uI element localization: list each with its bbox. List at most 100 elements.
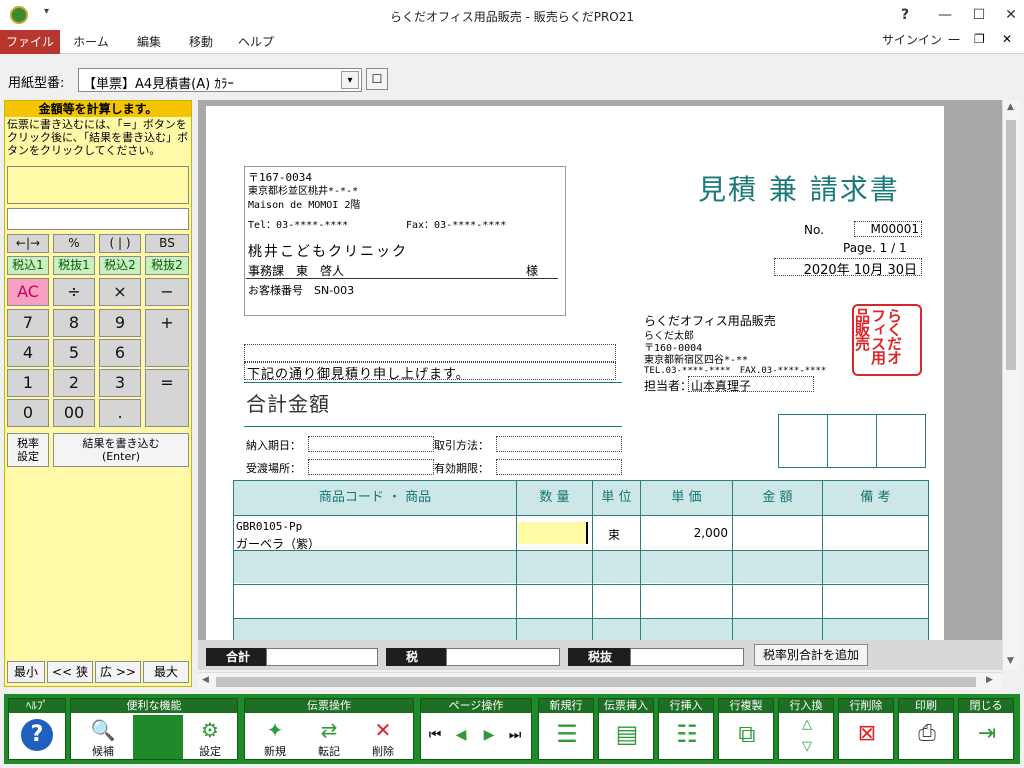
candidate-button[interactable]: 🔍 候補 bbox=[75, 715, 131, 759]
scroll-up-icon[interactable]: ▲ bbox=[1007, 102, 1014, 112]
maximize-icon[interactable]: ☐ bbox=[964, 4, 994, 26]
backspace-key[interactable]: BS bbox=[145, 234, 189, 253]
decimal-key[interactable]: . bbox=[99, 399, 141, 427]
paren-key[interactable]: ( | ) bbox=[99, 234, 141, 253]
table-row[interactable] bbox=[233, 618, 929, 640]
close-icon[interactable]: ✕ bbox=[996, 4, 1024, 26]
column-divider bbox=[928, 516, 929, 640]
ribbon-minimize-icon[interactable]: — bbox=[948, 32, 960, 46]
quantity-input[interactable] bbox=[518, 522, 588, 544]
customer-name[interactable]: 桃井こどもクリニック bbox=[248, 241, 408, 261]
equals-key[interactable]: = bbox=[145, 369, 189, 427]
valid-until-field[interactable] bbox=[496, 459, 622, 475]
tab-edit[interactable]: 編集 bbox=[124, 30, 174, 54]
approval-box-3 bbox=[876, 414, 926, 468]
delivery-place-field[interactable] bbox=[308, 459, 434, 475]
ribbon-restore-icon[interactable]: ❐ bbox=[974, 32, 985, 46]
horizontal-scrollbar[interactable]: ◀ ▶ bbox=[198, 672, 1002, 690]
next-page-button[interactable]: ▶ bbox=[479, 727, 499, 743]
payment-method-field[interactable] bbox=[496, 436, 622, 452]
transfer-slip-button[interactable]: ⇄ 転記 bbox=[303, 715, 355, 759]
item-unit-price[interactable]: 2,000 bbox=[640, 526, 728, 540]
all-clear-key[interactable]: AC bbox=[7, 278, 49, 306]
key-0[interactable]: 0 bbox=[7, 399, 49, 427]
bottom-toolbar: ﾍﾙﾌﾟ ? 便利な機能 🔍 候補 ⚙ 設定 伝票操作 ✦ 新規 ⇄ 転記 ✕ 削除 ペー… bbox=[4, 694, 1020, 764]
panel-wide-button[interactable]: 広 >> bbox=[95, 661, 141, 683]
customer-contact[interactable]: 事務課 東 啓人 bbox=[248, 262, 344, 279]
insert-row-button[interactable]: ☷ bbox=[665, 719, 709, 747]
paper-settings-button[interactable]: ☐ bbox=[366, 68, 388, 90]
key-00[interactable]: 00 bbox=[53, 399, 95, 427]
prev-page-button[interactable]: ◀ bbox=[451, 727, 471, 743]
new-row-button[interactable]: ☰ bbox=[545, 719, 589, 747]
delivery-date-field[interactable] bbox=[308, 436, 434, 452]
key-4[interactable]: 4 bbox=[7, 339, 49, 367]
percent-key[interactable]: % bbox=[53, 234, 95, 253]
first-page-button[interactable]: ⏮ bbox=[425, 727, 445, 743]
delete-row-button[interactable]: ⊠ bbox=[845, 719, 889, 747]
tab-home[interactable]: ホーム bbox=[66, 30, 116, 54]
minus-key[interactable]: − bbox=[145, 278, 189, 306]
message[interactable]: 下記の通り御見積り申し上げます。 bbox=[244, 362, 616, 382]
customer-address-1: 東京都杉並区桃井*-*-* bbox=[248, 186, 359, 197]
scroll-thumb[interactable] bbox=[1006, 120, 1016, 370]
tax-out-2-key[interactable]: 税抜2 bbox=[145, 256, 189, 275]
help-button[interactable]: ? bbox=[21, 719, 53, 751]
cursor-arrows-key[interactable]: ←|→ bbox=[7, 234, 49, 253]
write-result-button[interactable]: 結果を書き込む (Enter) bbox=[53, 433, 189, 467]
last-page-button[interactable]: ⏭ bbox=[505, 727, 525, 743]
table-row[interactable] bbox=[233, 550, 929, 583]
delete-slip-button[interactable]: ✕ 削除 bbox=[357, 715, 409, 759]
panel-min-button[interactable]: 最小 bbox=[7, 661, 45, 683]
tab-move[interactable]: 移動 bbox=[176, 30, 226, 54]
key-3[interactable]: 3 bbox=[99, 369, 141, 397]
document-number[interactable]: M00001 bbox=[854, 221, 922, 237]
close-button[interactable]: ⇥ bbox=[965, 719, 1009, 747]
add-tax-rate-total-button[interactable]: 税率別合計を追加 bbox=[754, 644, 868, 666]
tax-in-1-key[interactable]: 税込1 bbox=[7, 256, 49, 275]
scroll-down-icon[interactable]: ▼ bbox=[1007, 656, 1014, 666]
key-2[interactable]: 2 bbox=[53, 369, 95, 397]
multiply-key[interactable]: × bbox=[99, 278, 141, 306]
item-code[interactable]: GBR0105-Pp bbox=[236, 520, 302, 533]
scroll-left-icon[interactable]: ◀ bbox=[202, 675, 209, 685]
tax-out-1-key[interactable]: 税抜1 bbox=[53, 256, 95, 275]
new-slip-button[interactable]: ✦ 新規 bbox=[249, 715, 301, 759]
key-1[interactable]: 1 bbox=[7, 369, 49, 397]
scroll-right-icon[interactable]: ▶ bbox=[986, 675, 993, 685]
hscroll-thumb[interactable] bbox=[216, 677, 976, 687]
chevron-down-icon[interactable]: ▾ bbox=[341, 71, 359, 89]
minimize-icon[interactable]: — bbox=[930, 4, 960, 26]
calculator-input-display[interactable] bbox=[7, 208, 189, 230]
key-6[interactable]: 6 bbox=[99, 339, 141, 367]
tab-help[interactable]: ヘルプ bbox=[230, 30, 282, 54]
key-5[interactable]: 5 bbox=[53, 339, 95, 367]
help-icon[interactable]: ? bbox=[890, 4, 920, 26]
insert-slip-button[interactable]: ▤ bbox=[605, 719, 649, 747]
panel-narrow-button[interactable]: << 狭 bbox=[47, 661, 93, 683]
print-button[interactable]: ⎙ bbox=[905, 719, 949, 747]
tax-rate-setting-button[interactable]: 税率 設定 bbox=[7, 433, 49, 467]
key-7[interactable]: 7 bbox=[7, 309, 49, 337]
row-up-button[interactable]: △ bbox=[793, 717, 821, 732]
divide-key[interactable]: ÷ bbox=[53, 278, 95, 306]
paper-type-select[interactable]: 【単票】A4見積書(A) ｶﾗｰ ▾ bbox=[78, 68, 362, 92]
vertical-scrollbar[interactable]: ▲ ▼ bbox=[1002, 100, 1020, 670]
plus-key[interactable]: + bbox=[145, 309, 189, 367]
document-date[interactable]: 2020年 10月 30日 bbox=[774, 258, 922, 278]
copy-row-button[interactable]: ⧉ bbox=[725, 719, 769, 747]
tax-in-2-key[interactable]: 税込2 bbox=[99, 256, 141, 275]
key-9[interactable]: 9 bbox=[99, 309, 141, 337]
signin-link[interactable]: サインイン bbox=[882, 28, 942, 52]
item-unit[interactable]: 束 bbox=[608, 526, 620, 543]
key-8[interactable]: 8 bbox=[53, 309, 95, 337]
ribbon-close-icon[interactable]: ✕ bbox=[1002, 32, 1012, 46]
person-in-charge[interactable]: 山本真理子 bbox=[688, 376, 814, 393]
panel-max-button[interactable]: 最大 bbox=[143, 661, 189, 683]
tab-file[interactable]: ファイル bbox=[0, 30, 60, 54]
settings-button[interactable]: ⚙ 設定 bbox=[185, 715, 235, 759]
new-document-icon: ✦ bbox=[266, 718, 284, 742]
item-name[interactable]: ガーベラ（紫） bbox=[236, 535, 320, 552]
table-row[interactable] bbox=[233, 584, 929, 617]
row-down-button[interactable]: ▽ bbox=[793, 739, 821, 754]
